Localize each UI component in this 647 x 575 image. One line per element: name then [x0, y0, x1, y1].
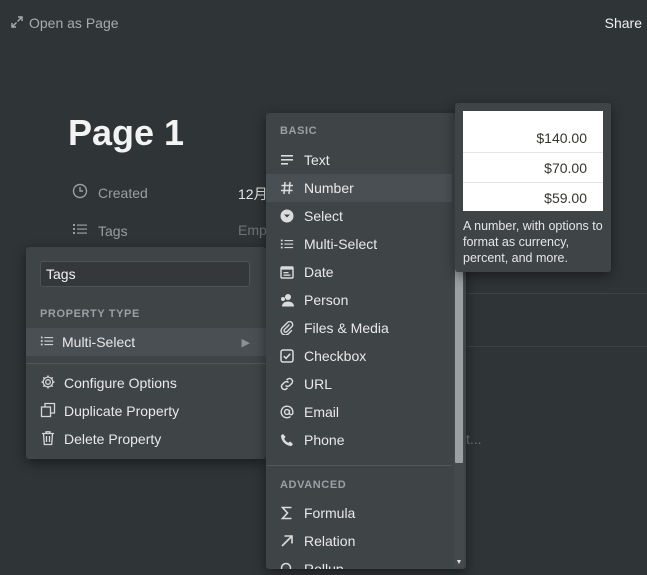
arrow-up-right-icon — [279, 533, 295, 549]
magnifier-icon — [279, 561, 295, 569]
expand-icon — [11, 15, 23, 31]
type-option-label: Person — [304, 292, 349, 308]
placeholder-text: t... — [466, 431, 482, 447]
share-button[interactable]: Share — [605, 15, 642, 31]
property-type-menu: BASIC Text Number Select Multi-Select Da… — [266, 113, 466, 569]
scroll-down-icon[interactable]: ▼ — [455, 559, 463, 567]
duplicate-property-button[interactable]: Duplicate Property — [26, 397, 266, 425]
type-option-checkbox[interactable]: Checkbox — [266, 342, 452, 370]
type-option-multi-select[interactable]: Multi-Select — [266, 230, 452, 258]
type-option-formula[interactable]: Formula — [266, 499, 452, 527]
list-icon — [40, 334, 54, 351]
configure-options-button[interactable]: Configure Options — [26, 369, 266, 397]
divider — [466, 293, 647, 294]
type-option-label: Phone — [304, 432, 345, 448]
configure-options-label: Configure Options — [64, 375, 177, 391]
open-as-page-label: Open as Page — [29, 15, 119, 31]
person-icon — [279, 292, 295, 308]
type-option-label: Multi-Select — [304, 236, 378, 252]
type-option-files-media[interactable]: Files & Media — [266, 314, 452, 342]
open-as-page-button[interactable]: Open as Page — [11, 15, 119, 31]
type-option-label: Number — [304, 180, 354, 196]
type-option-label: URL — [304, 376, 333, 392]
triangle-right-icon: ▶ — [241, 336, 250, 349]
paperclip-icon — [279, 320, 295, 336]
current-type-label: Multi-Select — [62, 334, 136, 350]
property-value: 12月 — [238, 186, 268, 202]
trash-icon — [40, 430, 56, 449]
checkbox-icon — [279, 348, 295, 364]
type-option-label: Files & Media — [304, 320, 389, 336]
gear-icon — [40, 374, 56, 393]
property-type-header: PROPERTY TYPE — [40, 308, 140, 320]
type-option-label: Email — [304, 404, 340, 420]
type-option-number[interactable]: Number — [266, 174, 452, 202]
type-option-phone[interactable]: Phone — [266, 426, 452, 454]
hash-icon — [279, 180, 295, 196]
property-name: Tags — [98, 222, 128, 239]
link-icon — [279, 376, 295, 392]
preview-cell: $140.00 — [463, 124, 603, 153]
duplicate-icon — [40, 402, 56, 421]
number-type-tooltip: $140.00 $70.00 $59.00 A number, with opt… — [455, 103, 611, 272]
property-type-selector[interactable]: Multi-Select ▶ — [26, 328, 266, 356]
property-name-input[interactable] — [40, 261, 250, 287]
type-option-email[interactable]: Email — [266, 398, 452, 426]
number-preview-table: $140.00 $70.00 $59.00 — [463, 111, 603, 211]
type-option-label: Select — [304, 208, 343, 224]
divider — [266, 465, 452, 466]
property-menu: PROPERTY TYPE Multi-Select ▶ Configure O… — [26, 247, 266, 459]
tooltip-description: A number, with options to format as curr… — [463, 219, 603, 265]
type-option-label: Checkbox — [304, 348, 367, 364]
divider — [26, 363, 266, 364]
duplicate-property-label: Duplicate Property — [64, 403, 180, 419]
text-icon — [279, 152, 295, 168]
at-sign-icon — [279, 404, 295, 420]
sigma-icon — [279, 505, 295, 521]
property-created[interactable]: Created — [72, 183, 148, 202]
phone-icon — [279, 432, 295, 448]
property-name: Created — [98, 184, 148, 201]
type-option-label: Text — [304, 152, 330, 168]
page-title[interactable]: Page 1 — [68, 112, 184, 154]
type-option-url[interactable]: URL — [266, 370, 452, 398]
list-icon — [72, 221, 88, 240]
select-icon — [279, 208, 295, 224]
property-tags[interactable]: Tags — [72, 221, 128, 240]
basic-section-header: BASIC — [280, 125, 318, 137]
type-option-label: Formula — [304, 505, 356, 521]
preview-cell: $59.00 — [544, 190, 587, 206]
calendar-icon — [279, 264, 295, 280]
preview-cell: $70.00 — [463, 154, 603, 183]
delete-property-button[interactable]: Delete Property — [26, 425, 266, 453]
type-option-label: Rollup — [304, 561, 344, 569]
type-option-relation[interactable]: Relation — [266, 527, 452, 555]
type-option-label: Relation — [304, 533, 356, 549]
divider — [466, 346, 647, 347]
advanced-section-header: ADVANCED — [280, 479, 347, 491]
clock-icon — [72, 183, 88, 202]
type-option-date[interactable]: Date — [266, 258, 452, 286]
top-bar: Open as Page Share — [0, 0, 647, 46]
property-value: Emp — [238, 222, 267, 238]
type-option-rollup[interactable]: Rollup — [266, 555, 452, 569]
type-option-text[interactable]: Text — [266, 146, 452, 174]
list-icon — [279, 236, 295, 252]
delete-property-label: Delete Property — [64, 431, 162, 447]
type-option-select[interactable]: Select — [266, 202, 452, 230]
type-option-label: Date — [304, 264, 334, 280]
type-option-person[interactable]: Person — [266, 286, 452, 314]
